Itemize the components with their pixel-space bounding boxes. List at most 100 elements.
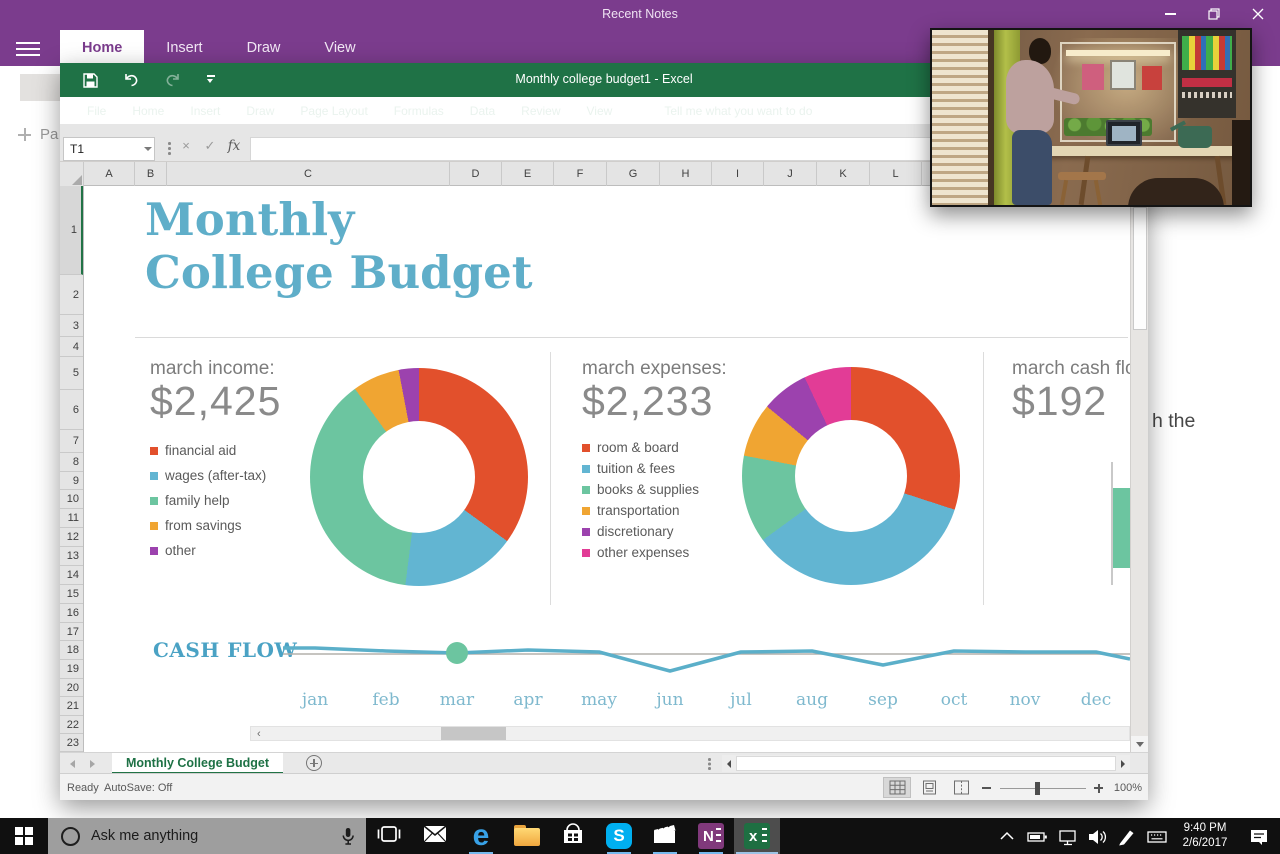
ribbon-tab-file[interactable]: File [74,104,119,118]
ribbon-tab-insert[interactable]: Insert [177,104,233,118]
ribbon-tab-home[interactable]: Home [119,104,177,118]
row-header-13[interactable]: 13 [60,547,83,566]
page-break-view-button[interactable] [947,777,975,798]
tray-hidden-icons-chevron[interactable] [992,818,1022,854]
ribbon-tab-view[interactable]: View [574,104,626,118]
onenote-tab-home[interactable]: Home [60,30,145,66]
row-header-5[interactable]: 5 [60,357,83,390]
taskbar-icon-task-view[interactable] [366,818,412,854]
microphone-icon[interactable] [340,826,356,847]
scroll-right-icon[interactable] [1116,759,1130,768]
row-header-9[interactable]: 9 [60,472,83,490]
row-header-6[interactable]: 6 [60,390,83,430]
row-header-16[interactable]: 16 [60,604,83,623]
onenote-tab-insert[interactable]: Insert [144,30,224,66]
search-input[interactable] [91,828,340,844]
ribbon-tab-data[interactable]: Data [457,104,508,118]
cancel-entry-button[interactable]: × [176,138,196,153]
hamburger-menu-icon[interactable] [16,42,40,56]
taskbar-icon-file-explorer[interactable] [504,818,550,854]
scroll-left-icon[interactable] [722,759,736,768]
scroll-left-icon[interactable]: ‹ [257,728,261,740]
row-header-18[interactable]: 18 [60,641,83,660]
confirm-entry-button[interactable]: ✓ [200,138,220,154]
vertical-scrollbar[interactable] [1130,186,1148,752]
onenote-page-list-item[interactable] [20,74,60,101]
next-sheet-icon[interactable] [90,760,95,768]
start-button[interactable] [0,818,48,854]
tell-me-box[interactable]: Tell me what you want to do [625,103,812,119]
row-header-15[interactable]: 15 [60,585,83,604]
row-header-12[interactable]: 12 [60,528,83,547]
taskbar-icon-onenote[interactable]: N [688,818,734,854]
chart-horizontal-scrollbar[interactable]: ‹ [250,726,1130,741]
minimize-button[interactable] [1148,0,1192,28]
row-header-4[interactable]: 4 [60,337,83,357]
row-header-23[interactable]: 23 [60,734,83,752]
restore-button[interactable] [1192,0,1236,28]
sheet-horizontal-scrollbar[interactable] [722,755,1130,772]
column-header-h[interactable]: H [660,162,712,186]
column-header-l[interactable]: L [870,162,922,186]
row-header-11[interactable]: 11 [60,509,83,528]
name-box[interactable]: T1 [63,137,155,161]
insert-function-button[interactable]: fx [224,138,244,154]
row-header-22[interactable]: 22 [60,716,83,734]
column-header-g[interactable]: G [607,162,660,186]
taskbar-icon-edge[interactable]: e [458,818,504,854]
normal-view-button[interactable] [883,777,911,798]
column-header-e[interactable]: E [502,162,554,186]
select-all-corner[interactable] [60,162,84,186]
ribbon-tab-page-layout[interactable]: Page Layout [287,104,380,118]
zoom-level[interactable]: 100% [1110,782,1142,794]
onenote-tab-view[interactable]: View [302,30,377,66]
zoom-slider-track[interactable] [1000,787,1086,789]
vertical-scrollbar-thumb[interactable] [1132,207,1147,330]
row-header-2[interactable]: 2 [60,275,83,315]
column-header-a[interactable]: A [84,162,135,186]
taskbar-clock[interactable]: 9:40 PM 2/6/2017 [1172,821,1238,851]
scrollbar-thumb[interactable] [441,727,506,740]
row-header-7[interactable]: 7 [60,430,83,453]
previous-sheet-icon[interactable] [70,760,75,768]
tray-network[interactable] [1052,818,1082,854]
ribbon-tab-formulas[interactable]: Formulas [381,104,457,118]
new-sheet-button[interactable] [306,755,322,771]
taskbar-icon-movies-tv[interactable] [642,818,688,854]
taskbar-icon-excel[interactable]: x [734,818,780,854]
row-header-10[interactable]: 10 [60,490,83,509]
worksheet-canvas[interactable]: Monthly College Budget march income: $2,… [84,186,1130,752]
row-header-14[interactable]: 14 [60,566,83,585]
tray-pen[interactable] [1112,818,1142,854]
tray-volume[interactable] [1082,818,1112,854]
name-box-dropdown-icon[interactable] [144,147,152,151]
row-header-8[interactable]: 8 [60,453,83,472]
column-header-d[interactable]: D [450,162,502,186]
sheet-tab-monthly-college-budget[interactable]: Monthly College Budget [112,753,284,774]
page-layout-view-button[interactable] [915,777,943,798]
close-button[interactable] [1236,0,1280,28]
zoom-slider-thumb[interactable] [1035,782,1040,795]
taskbar-icon-mail[interactable] [412,818,458,854]
row-header-21[interactable]: 21 [60,697,83,716]
taskbar-icon-skype[interactable]: S [596,818,642,854]
row-header-20[interactable]: 20 [60,679,83,697]
row-header-17[interactable]: 17 [60,623,83,641]
row-header-19[interactable]: 19 [60,660,83,679]
onenote-tab-draw[interactable]: Draw [225,30,303,66]
column-header-i[interactable]: I [712,162,764,186]
zoom-out-button[interactable] [982,787,991,789]
column-header-b[interactable]: B [135,162,167,186]
zoom-in-button[interactable] [1094,783,1103,793]
ribbon-tab-review[interactable]: Review [508,104,573,118]
column-header-c[interactable]: C [167,162,450,186]
row-header-3[interactable]: 3 [60,315,83,337]
tray-touch-keyboard[interactable] [1142,818,1172,854]
scroll-down-button[interactable] [1131,736,1148,752]
ribbon-tab-draw[interactable]: Draw [233,104,287,118]
taskbar-icon-store[interactable] [550,818,596,854]
cortana-search-box[interactable] [48,818,366,854]
row-header-1[interactable]: 1 [60,186,83,275]
scrollbar-thumb[interactable] [736,756,1116,771]
add-page-button[interactable]: Pa [18,126,58,143]
